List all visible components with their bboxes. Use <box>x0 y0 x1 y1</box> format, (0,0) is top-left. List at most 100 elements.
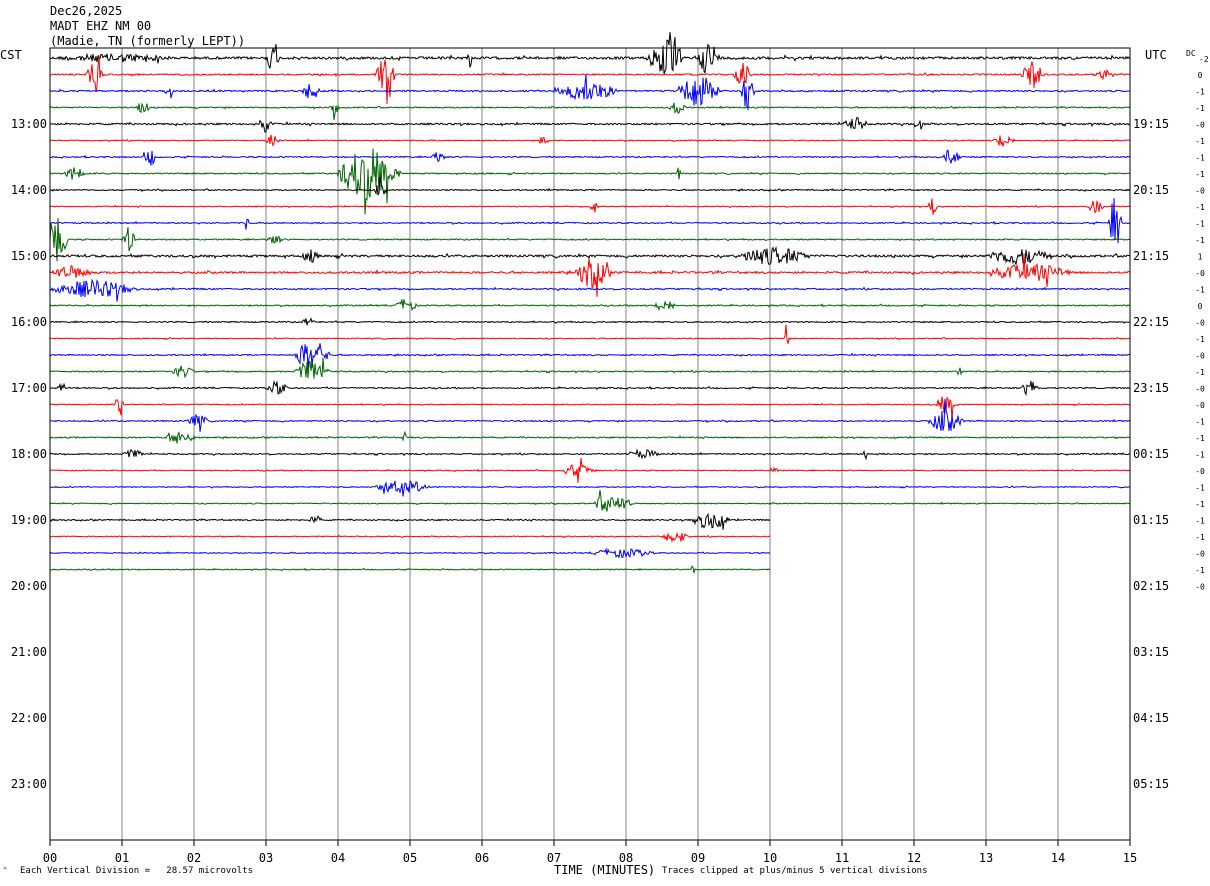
trace-row-24 <box>49 448 1131 461</box>
trace-row-7 <box>50 148 1131 215</box>
utc-hour-label: 19:15 <box>1133 117 1169 131</box>
dc-offset-label: -1 <box>1195 566 1205 575</box>
cst-hour-label: 18:00 <box>11 447 47 461</box>
dc-offset-label: -1 <box>1195 104 1205 113</box>
trace-row-17 <box>49 324 1131 344</box>
utc-hour-label: 22:15 <box>1133 315 1169 329</box>
utc-hour-label: 21:15 <box>1133 249 1169 263</box>
cst-hour-label: 22:00 <box>11 711 47 725</box>
trace-row-21 <box>49 396 1131 420</box>
dc-offset-label: -1 <box>1195 517 1205 526</box>
cst-hour-label: 17:00 <box>11 381 47 395</box>
dc-offset-label: -0 <box>1195 401 1205 410</box>
trace-row-20 <box>49 380 1131 397</box>
trace-row-8 <box>49 176 1131 196</box>
trace-row-22 <box>49 398 1131 432</box>
dc-offset-label: 0 <box>1198 302 1203 311</box>
dc-offset-label: -1 <box>1195 88 1205 97</box>
x-tick-label: 02 <box>187 851 201 865</box>
x-tick-label: 11 <box>835 851 849 865</box>
dc-offset-label: -0 <box>1195 121 1205 130</box>
dc-offset-label: 1 <box>1198 253 1203 262</box>
dc-offset-label: -0 <box>1195 467 1205 476</box>
trace-row-13 <box>49 253 1131 297</box>
dc-offset-label: -0 <box>1195 352 1205 361</box>
trace-row-15 <box>49 299 1131 312</box>
cst-hour-label: 20:00 <box>11 579 47 593</box>
dc-offset-label: -1 <box>1195 500 1205 509</box>
dc-offset-label: -1 <box>1195 533 1205 542</box>
dc-offset-label: -1 <box>1195 484 1205 493</box>
x-tick-label: 03 <box>259 851 273 865</box>
dc-top-value: -2 <box>1199 55 1209 64</box>
seismic-traces <box>49 31 1131 574</box>
trace-row-16 <box>49 317 1131 326</box>
x-tick-label: 06 <box>475 851 489 865</box>
x-tick-label: 01 <box>115 851 129 865</box>
trace-row-11 <box>49 218 1131 262</box>
trace-row-14 <box>49 278 1131 302</box>
cst-hour-label: 14:00 <box>11 183 47 197</box>
dc-offset-label: -0 <box>1195 550 1205 559</box>
utc-hour-label: 03:15 <box>1133 645 1169 659</box>
trace-row-19 <box>49 357 1131 379</box>
dc-offset-label: -1 <box>1195 368 1205 377</box>
trace-row-26 <box>49 480 1131 497</box>
x-tick-label: 00 <box>43 851 57 865</box>
utc-hour-label: 02:15 <box>1133 579 1169 593</box>
dc-offset-label: -1 <box>1195 335 1205 344</box>
scale-note: Each Vertical Division = 28.57 microvolt… <box>20 866 253 876</box>
x-tick-label: 14 <box>1051 851 1065 865</box>
trace-row-1 <box>50 55 1131 105</box>
utc-hour-label: 04:15 <box>1133 711 1169 725</box>
trace-row-6 <box>50 149 1131 166</box>
trace-row-18 <box>49 343 1131 370</box>
trace-row-23 <box>49 430 1131 444</box>
trace-row-5 <box>49 134 1131 147</box>
trace-row-25 <box>49 457 1131 483</box>
trace-row-27 <box>49 489 1131 512</box>
trace-row-9 <box>49 198 1131 215</box>
dc-offset-label: -1 <box>1195 286 1205 295</box>
utc-hour-label: 00:15 <box>1133 447 1169 461</box>
cst-hour-label: 16:00 <box>11 315 47 329</box>
cst-hour-label: 19:00 <box>11 513 47 527</box>
dc-offset-label: -1 <box>1195 418 1205 427</box>
cst-hour-label: 21:00 <box>11 645 47 659</box>
x-tick-label: 09 <box>691 851 705 865</box>
x-tick-label: 13 <box>979 851 993 865</box>
dc-offset-label: -0 <box>1195 187 1205 196</box>
dc-offset-label: 0 <box>1198 71 1203 80</box>
dc-offset-label: -1 <box>1195 154 1205 163</box>
x-tick-label: 04 <box>331 851 345 865</box>
trace-row-4 <box>49 117 1131 133</box>
helicorder-plot: 00 01 02 03 04 05 06 07 08 09 10 11 12 13 14 1513:00 19:… <box>11 31 1209 865</box>
dc-offset-label: -0 <box>1195 269 1205 278</box>
trace-row-10 <box>49 198 1131 244</box>
trace-row-12 <box>49 245 1131 265</box>
utc-hour-label: 05:15 <box>1133 777 1169 791</box>
corner-mark: ⌃ <box>3 866 8 874</box>
cst-hour-label: 23:00 <box>11 777 47 791</box>
plot-frame <box>49 47 1131 841</box>
dc-offset-label: -1 <box>1195 170 1205 179</box>
dc-offset-label: -1 <box>1195 451 1205 460</box>
x-axis-title: TIME (MINUTES) <box>554 863 656 877</box>
minute-grid <box>49 48 1131 846</box>
cst-hour-label: 15:00 <box>11 249 47 263</box>
x-tick-label: 15 <box>1123 851 1137 865</box>
utc-hour-label: 01:15 <box>1133 513 1169 527</box>
utc-hour-label: 23:15 <box>1133 381 1169 395</box>
dc-offset-label: -1 <box>1195 236 1205 245</box>
x-tick-label: 05 <box>403 851 417 865</box>
trace-row-2 <box>49 74 1131 111</box>
dc-offset-label: -1 <box>1195 220 1205 229</box>
cst-hour-label: 13:00 <box>11 117 47 131</box>
utc-hour-label: 20:15 <box>1133 183 1169 197</box>
x-tick-label: 12 <box>907 851 921 865</box>
dc-offset-label: -0 <box>1195 319 1205 328</box>
trace-row-3 <box>49 102 1131 121</box>
dc-offset-label: -1 <box>1195 434 1205 443</box>
clip-note: Traces clipped at plus/minus 5 vertical … <box>662 866 928 876</box>
dc-offset-label: -0 <box>1195 583 1205 592</box>
